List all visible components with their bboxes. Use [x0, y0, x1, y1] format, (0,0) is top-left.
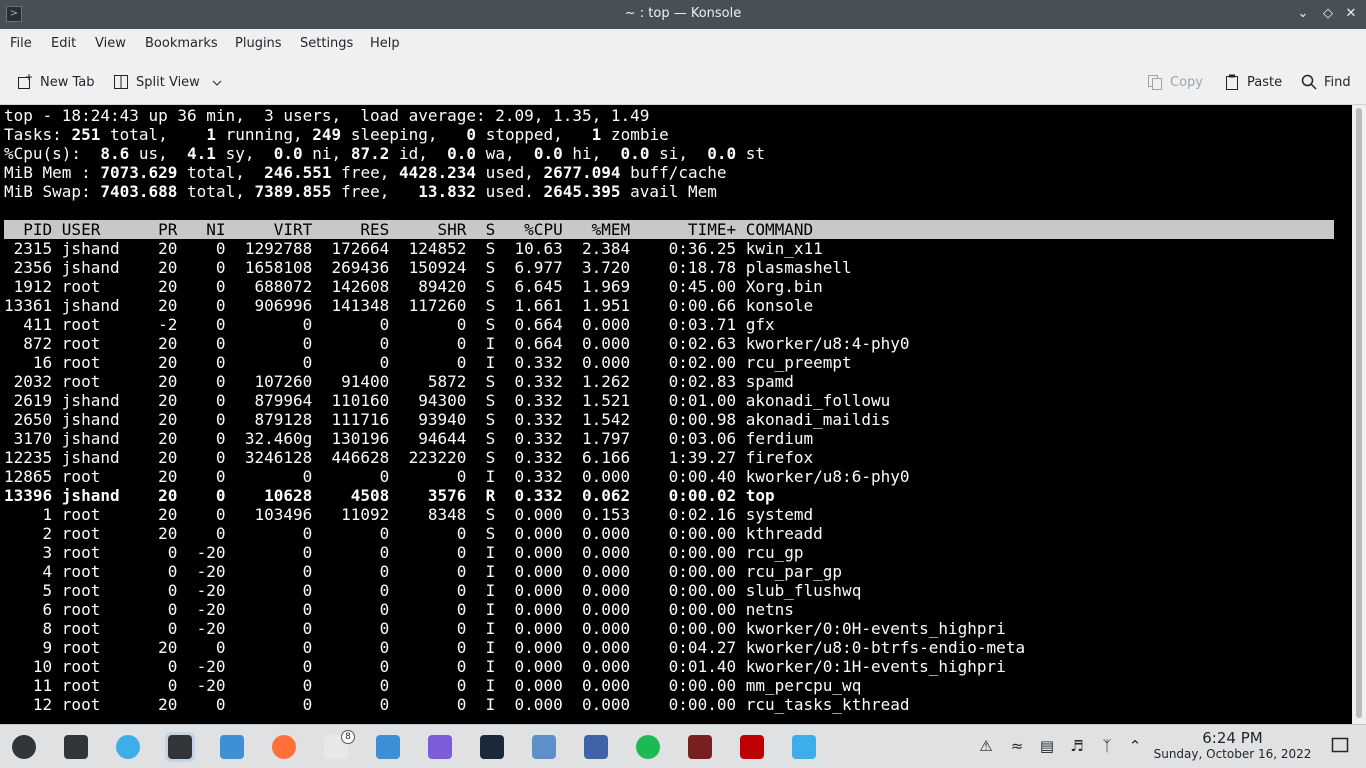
show-desktop-icon[interactable] — [1331, 736, 1349, 754]
split-view-icon — [113, 74, 129, 90]
mail-notification-icon[interactable]: 8 — [321, 730, 355, 762]
app-launcher-icon[interactable] — [9, 732, 39, 762]
top-uptime-line: top - 18:24:43 up 36 min, 3 users, load … — [4, 106, 650, 125]
menu-plugins[interactable]: Plugins — [235, 36, 282, 51]
menu-view[interactable]: View — [95, 36, 126, 51]
process-row: 1912 root 20 0 688072 142608 89420 S 6.6… — [4, 277, 823, 296]
process-row: 13396 jshand 20 0 10628 4508 3576 R 0.33… — [4, 486, 775, 505]
process-row: 12235 jshand 20 0 3246128 446628 223220 … — [4, 448, 814, 467]
menu-settings[interactable]: Settings — [300, 36, 353, 51]
wine-icon[interactable] — [685, 732, 715, 762]
clock[interactable]: 6:24 PM Sunday, October 16, 2022 — [1150, 729, 1315, 761]
paste-label: Paste — [1247, 74, 1283, 90]
bluetooth-icon[interactable]: ᛉ — [1098, 737, 1116, 755]
process-row: 6 root 0 -20 0 0 0 I 0.000 0.000 0:00.00… — [4, 600, 794, 619]
new-tab-icon — [17, 74, 33, 90]
process-row: 1 root 20 0 103496 11092 8348 S 0.000 0.… — [4, 505, 814, 524]
process-row: 5 root 0 -20 0 0 0 I 0.000 0.000 0:00.00… — [4, 581, 862, 600]
ferdium-icon[interactable] — [425, 732, 455, 762]
clock-time: 6:24 PM — [1202, 729, 1263, 747]
clipboard-icon[interactable]: ▤ — [1038, 737, 1056, 755]
system-settings-toggles-icon[interactable] — [61, 732, 91, 762]
copy-label: Copy — [1170, 74, 1203, 90]
process-row: 3 root 0 -20 0 0 0 I 0.000 0.000 0:00.00… — [4, 543, 804, 562]
process-row: 411 root -2 0 0 0 0 S 0.664 0.000 0:03.7… — [4, 315, 775, 334]
copy-button[interactable]: Copy — [1147, 72, 1203, 92]
menu-edit[interactable]: Edit — [51, 36, 76, 51]
settings-gear-icon[interactable] — [529, 732, 559, 762]
process-row: 11 root 0 -20 0 0 0 I 0.000 0.000 0:00.0… — [4, 676, 862, 695]
process-row: 13361 jshand 20 0 906996 141348 117260 S… — [4, 296, 814, 315]
tasks-line: Tasks: 251 total, 1 running, 249 sleepin… — [4, 125, 669, 144]
copy-icon — [1147, 74, 1163, 90]
tray-expand-chevron-icon[interactable]: ⌃ — [1126, 737, 1144, 755]
process-row: 12 root 20 0 0 0 0 I 0.000 0.000 0:00.00… — [4, 695, 910, 714]
process-row: 8 root 0 -20 0 0 0 I 0.000 0.000 0:00.00… — [4, 619, 1006, 638]
toolbar: New Tab Split View Copy Paste Find — [0, 59, 1366, 105]
volume-icon[interactable]: ♬ — [1068, 737, 1086, 755]
filezilla-icon[interactable] — [737, 732, 767, 762]
window-titlebar[interactable]: > ~ : top — Konsole ⌄ ◇ ✕ — [0, 0, 1366, 29]
clock-date: Sunday, October 16, 2022 — [1153, 747, 1312, 761]
process-row: 16 root 20 0 0 0 0 I 0.332 0.000 0:02.00… — [4, 353, 852, 372]
cpu-line: %Cpu(s): 8.6 us, 4.1 sy, 0.0 ni, 87.2 id… — [4, 144, 766, 163]
split-view-label: Split View — [136, 74, 200, 90]
steam-icon[interactable] — [477, 732, 507, 762]
dolphin-files-icon[interactable] — [217, 732, 247, 762]
split-view-button[interactable]: Split View — [113, 72, 222, 92]
window-title: ~ : top — Konsole — [624, 6, 742, 21]
maximize-button[interactable]: ◇ — [1319, 5, 1337, 23]
notification-badge: 8 — [341, 730, 355, 744]
terminal-scrollbar[interactable] — [1352, 105, 1366, 724]
process-row: 2619 jshand 20 0 879964 110160 94300 S 0… — [4, 391, 891, 410]
process-row: 12865 root 20 0 0 0 0 I 0.332 0.000 0:00… — [4, 467, 910, 486]
menu-bookmarks[interactable]: Bookmarks — [145, 36, 218, 51]
process-table-header: PID USER PR NI VIRT RES SHR S %CPU %MEM … — [4, 220, 814, 239]
process-row: 2650 jshand 20 0 879128 111716 93940 S 0… — [4, 410, 891, 429]
process-row: 4 root 0 -20 0 0 0 I 0.000 0.000 0:00.00… — [4, 562, 843, 581]
spotify-icon[interactable] — [633, 732, 663, 762]
kde-mascot-icon[interactable] — [113, 732, 143, 762]
chat-icon[interactable] — [373, 732, 403, 762]
menu-file[interactable]: File — [10, 36, 32, 51]
downloader-icon[interactable] — [789, 732, 819, 762]
process-row: 10 root 0 -20 0 0 0 I 0.000 0.000 0:01.4… — [4, 657, 1006, 676]
menu-bar: File Edit View Bookmarks Plugins Setting… — [0, 29, 1366, 59]
process-row: 2 root 20 0 0 0 0 S 0.000 0.000 0:00.00 … — [4, 524, 823, 543]
terminal-view[interactable]: top - 18:24:43 up 36 min, 3 users, load … — [0, 105, 1352, 724]
swap-line: MiB Swap: 7403.688 total, 7389.855 free,… — [4, 182, 717, 201]
taskbar: 8 ⚠ ≈ ▤ ♬ ᛉ ⌃ 6:24 PM Sunday, October 16… — [0, 724, 1366, 768]
chevron-down-icon[interactable] — [212, 75, 222, 90]
process-row: 2356 jshand 20 0 1658108 269436 150924 S… — [4, 258, 852, 277]
notifications-bell-icon[interactable]: ⚠ — [977, 737, 995, 755]
new-tab-label: New Tab — [40, 74, 95, 90]
minimize-button[interactable]: ⌄ — [1294, 5, 1312, 23]
network-icon[interactable]: ≈ — [1008, 737, 1026, 755]
process-row: 2032 root 20 0 107260 91400 5872 S 0.332… — [4, 372, 794, 391]
game-box-icon[interactable] — [581, 732, 611, 762]
search-icon — [1301, 74, 1317, 90]
close-button[interactable]: ✕ — [1342, 5, 1360, 23]
process-row: 2315 jshand 20 0 1292788 172664 124852 S… — [4, 239, 823, 258]
find-button[interactable]: Find — [1301, 72, 1351, 92]
paste-icon — [1224, 74, 1240, 90]
process-row: 9 root 20 0 0 0 0 I 0.000 0.000 0:04.27 … — [4, 638, 1026, 657]
process-row: 3170 jshand 20 0 32.460g 130196 94644 S … — [4, 429, 814, 448]
paste-button[interactable]: Paste — [1224, 72, 1282, 92]
konsole-icon[interactable] — [165, 732, 195, 762]
firefox-icon[interactable] — [269, 732, 299, 762]
menu-help[interactable]: Help — [370, 36, 400, 51]
mem-line: MiB Mem : 7073.629 total, 246.551 free, … — [4, 163, 727, 182]
process-row: 872 root 20 0 0 0 0 I 0.664 0.000 0:02.6… — [4, 334, 910, 353]
find-label: Find — [1324, 74, 1351, 90]
new-tab-button[interactable]: New Tab — [17, 72, 95, 92]
scrollbar-thumb[interactable] — [1356, 108, 1362, 718]
